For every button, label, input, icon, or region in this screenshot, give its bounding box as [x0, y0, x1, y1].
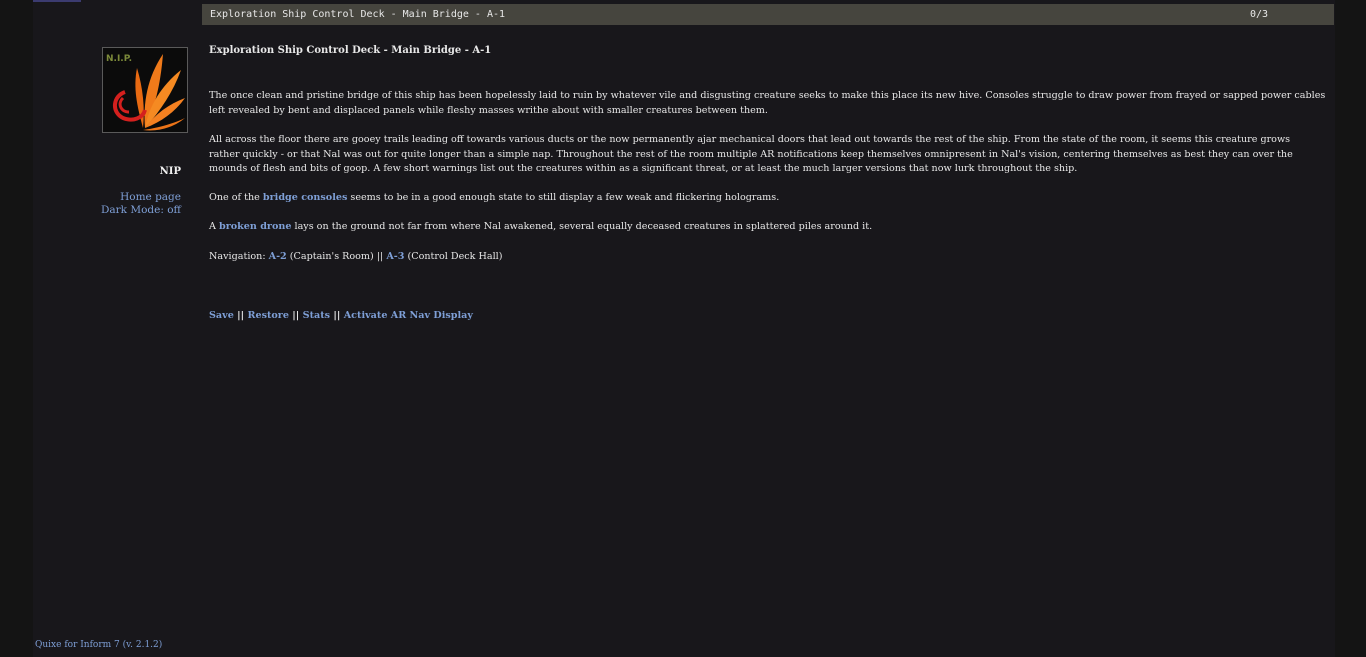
game-cover-logo: N.I.P. [102, 47, 188, 133]
status-location: Exploration Ship Control Deck - Main Bri… [210, 9, 506, 20]
consoles-suffix: seems to be in a good enough state to st… [347, 192, 780, 203]
separator: || [233, 310, 248, 321]
ar-nav-display-link[interactable]: Activate AR Nav Display [344, 310, 473, 321]
consoles-prefix: One of the [209, 192, 263, 203]
drone-prefix: A [209, 221, 219, 232]
nav-link-a2[interactable]: A-2 [269, 251, 287, 262]
save-link[interactable]: Save [209, 310, 234, 321]
nav-a3-description: (Control Deck Hall) [404, 251, 503, 262]
status-bar: Exploration Ship Control Deck - Main Bri… [202, 4, 1334, 25]
separator: || [330, 310, 344, 321]
nav-link-a3[interactable]: A-3 [386, 251, 404, 262]
navigation-line: Navigation: A-2 (Captain's Room) || A-3 … [209, 250, 502, 265]
status-score: 0/3 [1250, 9, 1269, 20]
top-accent-line [33, 0, 81, 2]
drone-line: A broken drone lays on the ground not fa… [209, 220, 872, 235]
bridge-consoles-link[interactable]: bridge consoles [263, 192, 347, 203]
navigation-label: Navigation: [209, 251, 269, 262]
command-links: Save || Restore || Stats || Activate AR … [209, 309, 473, 324]
stats-link[interactable]: Stats [303, 310, 330, 321]
broken-drone-link[interactable]: broken drone [219, 221, 291, 232]
room-title: Exploration Ship Control Deck - Main Bri… [209, 45, 492, 56]
sidebar-links: Home page Dark Mode: off [60, 191, 181, 217]
room-description-2: All across the floor there are gooey tra… [209, 134, 1293, 174]
room-description-1: The once clean and pristine bridge of th… [209, 90, 1326, 116]
drone-suffix: lays on the ground not far from where Na… [291, 221, 873, 232]
game-name: NIP [159, 166, 181, 177]
separator: || [288, 310, 303, 321]
home-page-link[interactable]: Home page [60, 191, 181, 204]
consoles-line: One of the bridge consoles seems to be i… [209, 191, 779, 206]
dark-mode-toggle[interactable]: Dark Mode: off [60, 204, 181, 217]
footer-credit[interactable]: Quixe for Inform 7 (v. 2.1.2) [35, 640, 162, 650]
logo-text: N.I.P. [106, 54, 132, 64]
story-output: Exploration Ship Control Deck - Main Bri… [209, 44, 1329, 321]
restore-link[interactable]: Restore [248, 310, 289, 321]
nav-a2-description: (Captain's Room) || [286, 251, 387, 262]
wing-icon: N.I.P. [103, 48, 187, 132]
